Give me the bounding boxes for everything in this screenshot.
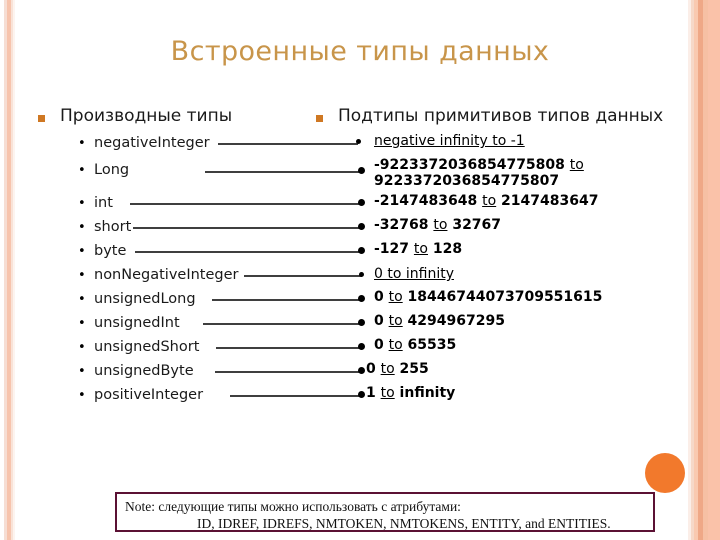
list-item: 0 to 65535 <box>374 337 457 353</box>
round-bullet-icon <box>358 167 365 174</box>
circle-decoration <box>645 453 685 493</box>
round-bullet-icon <box>358 199 365 206</box>
square-bullet-icon-left <box>38 115 45 122</box>
round-bullet-icon: • <box>78 196 86 211</box>
connector-line <box>130 203 360 205</box>
list-item: • unsignedByte <box>78 364 194 379</box>
list-item: -2147483648 to 2147483647 <box>374 193 599 209</box>
left-column-heading: Производные типы <box>60 106 233 126</box>
list-item: 1 to infinity <box>366 385 456 401</box>
note-box: Note: следующие типы можно использовать … <box>115 492 655 532</box>
left-border-stripe-4 <box>13 0 15 540</box>
list-item-label: unsignedShort <box>94 339 200 355</box>
connector-line <box>203 323 362 325</box>
round-bullet-icon: • <box>78 136 86 151</box>
list-item: • int <box>78 196 113 211</box>
connector-line <box>218 143 358 145</box>
round-bullet-icon <box>356 139 361 144</box>
list-item: • Long <box>78 163 129 178</box>
connector-line <box>230 395 362 397</box>
round-bullet-icon <box>358 319 365 326</box>
list-item: -127 to 128 <box>374 241 463 257</box>
list-item: • unsignedInt <box>78 316 180 331</box>
list-item: • unsignedLong <box>78 292 196 307</box>
connector-line <box>216 347 362 349</box>
list-item: • positiveInteger <box>78 388 203 403</box>
list-item: -9223372036854775808 to 9223372036854775… <box>374 157 584 189</box>
round-bullet-icon <box>358 343 365 350</box>
list-item: negative infinity to -1 <box>374 133 525 149</box>
round-bullet-icon <box>358 295 365 302</box>
square-bullet-icon-right <box>316 115 323 122</box>
list-item-label: negativeInteger <box>94 135 210 151</box>
round-bullet-icon: • <box>78 220 86 235</box>
connector-line <box>212 299 362 301</box>
connector-line <box>215 371 362 373</box>
round-bullet-icon: • <box>78 316 86 331</box>
round-bullet-icon <box>358 367 365 374</box>
right-column-heading: Подтипы примитивов типов данных <box>338 106 664 126</box>
list-item-label: int <box>94 195 113 211</box>
connector-line <box>133 227 360 229</box>
connector-line <box>244 275 362 277</box>
list-item-label: unsignedLong <box>94 291 196 307</box>
connector-line <box>205 171 360 173</box>
list-item: 0 to 18446744073709551615 <box>374 289 603 305</box>
round-bullet-icon <box>358 223 365 230</box>
page-title: Встроенные типы данных <box>170 36 550 67</box>
list-item: 0 to infinity <box>374 266 454 282</box>
list-item: • short <box>78 220 131 235</box>
round-bullet-icon: • <box>78 364 86 379</box>
round-bullet-icon <box>358 247 365 254</box>
round-bullet-icon: • <box>78 340 86 355</box>
right-border-stripe-6 <box>708 0 720 540</box>
round-bullet-icon: • <box>78 244 86 259</box>
round-bullet-icon <box>359 272 364 277</box>
note-line-2: ID, IDREF, IDREFS, NMTOKEN, NMTOKENS, EN… <box>197 516 611 532</box>
list-item: • negativeInteger <box>78 136 210 151</box>
list-item: • nonNegativeInteger <box>78 268 238 283</box>
list-item: -32768 to 32767 <box>374 217 502 233</box>
round-bullet-icon: • <box>78 292 86 307</box>
slide-canvas: Встроенные типы данных Производные типы … <box>0 0 720 540</box>
round-bullet-icon: • <box>78 163 86 178</box>
round-bullet-icon: • <box>78 268 86 283</box>
list-item: 0 to 4294967295 <box>374 313 505 329</box>
round-bullet-icon: • <box>78 388 86 403</box>
list-item-label: byte <box>94 243 127 259</box>
list-item-label: Long <box>94 162 130 178</box>
list-item-label: unsignedInt <box>94 315 180 331</box>
list-item-label: unsignedByte <box>94 363 194 379</box>
list-item: • unsignedShort <box>78 340 199 355</box>
list-item-label: short <box>94 219 132 235</box>
round-bullet-icon <box>358 391 365 398</box>
list-item-label: positiveInteger <box>94 387 204 403</box>
list-item-label: nonNegativeInteger <box>94 267 239 283</box>
list-item: • byte <box>78 244 126 259</box>
connector-line <box>135 251 360 253</box>
note-line-1: Note: следующие типы можно использовать … <box>125 499 461 514</box>
list-item: 0 to 255 <box>366 361 429 377</box>
